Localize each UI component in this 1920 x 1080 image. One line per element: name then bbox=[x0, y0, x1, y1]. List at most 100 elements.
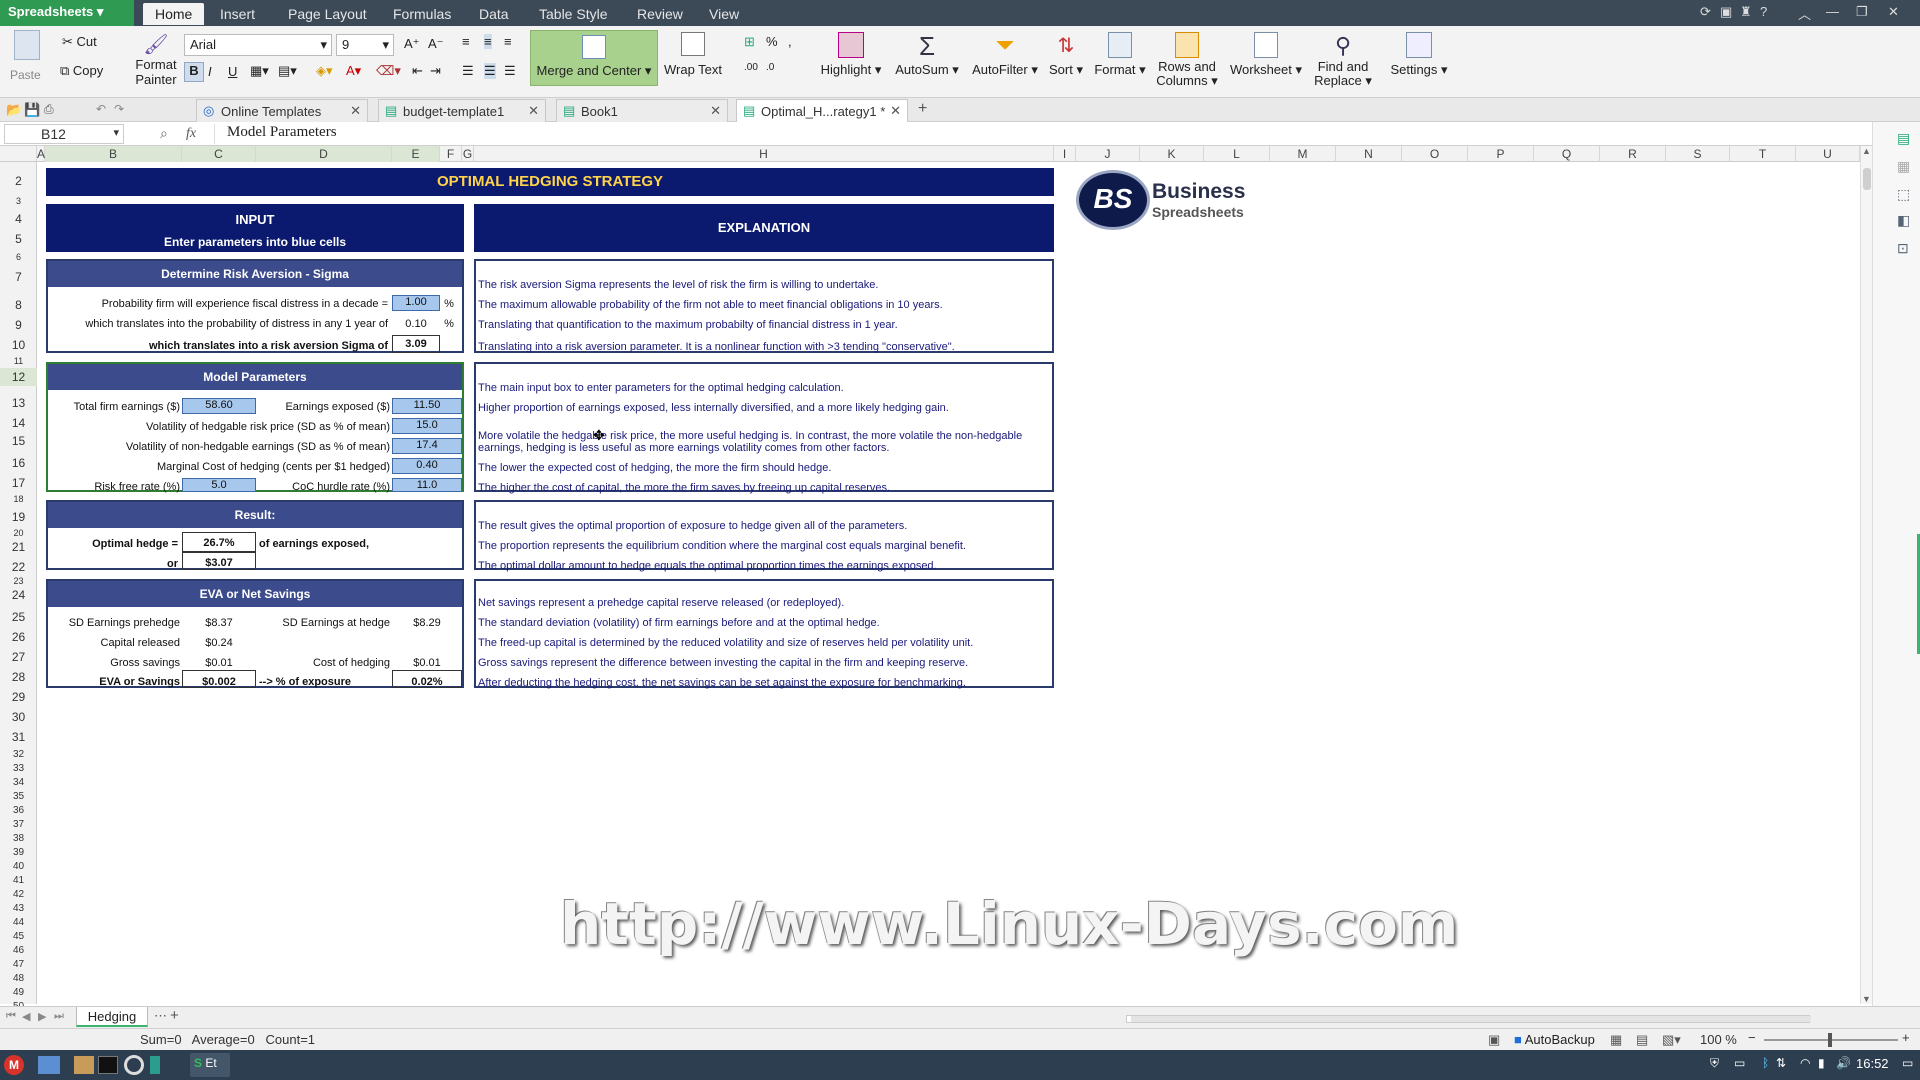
formula-input[interactable]: Model Parameters bbox=[214, 124, 1854, 144]
save-icon[interactable]: 💾 bbox=[24, 102, 40, 118]
coc-hurdle-input[interactable]: 11.0 bbox=[392, 478, 462, 492]
italic-button[interactable]: I bbox=[208, 64, 212, 79]
merge-and-center-button[interactable]: Merge and Center ▾ bbox=[530, 30, 658, 86]
more-sheets-icon[interactable]: ⋯ bbox=[154, 1008, 167, 1024]
copy-button[interactable]: ⧉ Copy bbox=[60, 63, 103, 79]
format-painter-button[interactable]: 🖌 Format Painter bbox=[126, 32, 186, 98]
start-menu-icon[interactable]: M bbox=[4, 1055, 24, 1075]
row-header[interactable]: 6 bbox=[0, 248, 37, 266]
align-middle-icon[interactable]: ≡ bbox=[484, 34, 492, 49]
app-launcher-icon[interactable] bbox=[150, 1056, 160, 1074]
select-icon[interactable]: ⬚ bbox=[1897, 186, 1910, 203]
row-header[interactable]: 28 bbox=[0, 668, 37, 686]
open-folder-icon[interactable]: 📂 bbox=[6, 102, 22, 118]
fill-color-icon[interactable]: ◈▾ bbox=[316, 63, 333, 79]
row-header[interactable]: 12 bbox=[0, 368, 37, 386]
row-header[interactable]: 21 bbox=[0, 538, 37, 556]
col-p[interactable]: P bbox=[1468, 146, 1534, 162]
first-sheet-icon[interactable]: ⏮ bbox=[6, 1010, 16, 1023]
percent-of-exposure-value[interactable]: 0.02% bbox=[392, 670, 462, 688]
col-d[interactable]: D bbox=[256, 146, 392, 162]
normal-view-icon[interactable]: ▦ bbox=[1610, 1032, 1622, 1048]
menu-review[interactable]: Review bbox=[625, 3, 695, 25]
cell-style-icon[interactable]: ▤▾ bbox=[278, 63, 297, 79]
col-e[interactable]: E bbox=[392, 146, 440, 162]
settings-button[interactable]: Settings ▾ bbox=[1384, 32, 1454, 78]
sd-prehedge-value[interactable]: $8.37 bbox=[182, 617, 256, 629]
vertical-scrollbar[interactable]: ▲ ▼ bbox=[1860, 146, 1872, 1004]
find-and-replace-button[interactable]: ⚲ Find and Replace ▾ bbox=[1310, 32, 1376, 88]
row-header[interactable]: 31 bbox=[0, 728, 37, 746]
function-fx-icon[interactable]: fx bbox=[186, 126, 196, 142]
last-sheet-icon[interactable]: ⏭ bbox=[54, 1010, 64, 1023]
battery-icon[interactable]: ▮ bbox=[1818, 1056, 1825, 1070]
row-header[interactable]: 4 bbox=[0, 210, 37, 228]
print-icon[interactable]: ⎙ bbox=[44, 102, 54, 117]
total-earnings-input[interactable]: 58.60 bbox=[182, 398, 256, 414]
worksheet-button[interactable]: Worksheet ▾ bbox=[1226, 32, 1306, 78]
col-m[interactable]: M bbox=[1270, 146, 1336, 162]
app-menu-button[interactable]: Spreadsheets ▾ bbox=[0, 0, 134, 26]
zoom-cell-icon[interactable]: ⌕ bbox=[160, 125, 168, 142]
col-l[interactable]: L bbox=[1204, 146, 1270, 162]
zoom-out-icon[interactable]: − bbox=[1748, 1030, 1756, 1045]
prev-sheet-icon[interactable]: ◀ bbox=[22, 1010, 30, 1023]
sheet-tab-hedging[interactable]: Hedging bbox=[76, 1007, 148, 1027]
tab-budget-template1[interactable]: ▤ budget-template1 ✕ bbox=[378, 99, 546, 122]
horizontal-scrollbar[interactable] bbox=[1126, 1015, 1811, 1023]
page-break-view-icon[interactable]: ▤ bbox=[1636, 1032, 1648, 1048]
autobackup-toggle[interactable]: ■ AutoBackup bbox=[1514, 1032, 1595, 1047]
nonhedgable-volatility-input[interactable]: 17.4 bbox=[392, 438, 462, 454]
row-header[interactable]: 15 bbox=[0, 432, 37, 450]
align-left-icon[interactable]: ☰ bbox=[462, 63, 474, 79]
shrink-font-icon[interactable]: A⁻ bbox=[428, 36, 444, 52]
network-icon[interactable]: ⇅ bbox=[1776, 1056, 1786, 1070]
col-h[interactable]: H bbox=[474, 146, 1054, 162]
increase-indent-icon[interactable]: ⇥ bbox=[430, 63, 441, 79]
maximize-icon[interactable]: ❐ bbox=[1856, 4, 1868, 20]
highlight-button[interactable]: Highlight ▾ bbox=[816, 32, 886, 78]
capital-released-value[interactable]: $0.24 bbox=[182, 637, 256, 649]
cut-button[interactable]: ✂ Cut bbox=[62, 34, 97, 50]
explanation-header[interactable]: EXPLANATION bbox=[474, 204, 1054, 252]
sort-button[interactable]: ⇅ Sort ▾ bbox=[1046, 32, 1086, 78]
marginal-cost-input[interactable]: 0.40 bbox=[392, 458, 462, 474]
earnings-exposed-input[interactable]: 11.50 bbox=[392, 398, 462, 414]
borders-icon[interactable]: ▦▾ bbox=[250, 63, 269, 79]
row-header[interactable]: 30 bbox=[0, 708, 37, 726]
menu-home[interactable]: Home bbox=[143, 3, 205, 25]
wifi-icon[interactable]: ◠ bbox=[1800, 1056, 1810, 1070]
cost-of-hedging-value[interactable]: $0.01 bbox=[392, 657, 462, 669]
sheet-title[interactable]: OPTIMAL HEDGING STRATEGY bbox=[46, 168, 1054, 196]
row-header[interactable]: 26 bbox=[0, 628, 37, 646]
eva-savings-value[interactable]: $0.002 bbox=[182, 670, 256, 688]
row-header[interactable]: 14 bbox=[0, 414, 37, 432]
row-header[interactable]: 2 bbox=[0, 172, 37, 190]
save-icon[interactable]: ▣ bbox=[1720, 4, 1732, 20]
row-header[interactable]: 24 bbox=[0, 586, 37, 604]
menu-table-style[interactable]: Table Style bbox=[527, 3, 619, 25]
row-header[interactable]: 27 bbox=[0, 648, 37, 666]
row-header[interactable]: 5 bbox=[0, 230, 37, 248]
scroll-thumb[interactable] bbox=[1863, 168, 1871, 190]
scroll-thumb[interactable] bbox=[1131, 1016, 1811, 1022]
col-c[interactable]: C bbox=[182, 146, 256, 162]
align-bottom-icon[interactable]: ≡ bbox=[504, 34, 512, 49]
row-header[interactable]: 7 bbox=[0, 268, 37, 286]
percent-button[interactable]: % bbox=[766, 34, 778, 49]
redo-icon[interactable]: ↷ bbox=[114, 102, 124, 116]
menu-page-layout[interactable]: Page Layout bbox=[276, 3, 379, 25]
col-q[interactable]: Q bbox=[1534, 146, 1600, 162]
rows-and-columns-button[interactable]: Rows and Columns ▾ bbox=[1152, 32, 1222, 88]
col-n[interactable]: N bbox=[1336, 146, 1402, 162]
shapes-icon[interactable]: ◧ bbox=[1897, 212, 1910, 229]
zoom-in-icon[interactable]: + bbox=[1902, 1030, 1910, 1045]
paste-button[interactable] bbox=[8, 30, 44, 70]
file-manager-icon[interactable] bbox=[74, 1056, 94, 1074]
terminal-icon[interactable] bbox=[98, 1056, 118, 1074]
scroll-up-icon[interactable]: ▲ bbox=[1862, 146, 1871, 156]
row-header[interactable]: 16 bbox=[0, 454, 37, 472]
zoom-level[interactable]: 100 % bbox=[1700, 1032, 1737, 1047]
row-header[interactable]: 18 bbox=[0, 490, 37, 508]
font-color-icon[interactable]: A▾ bbox=[346, 63, 361, 79]
